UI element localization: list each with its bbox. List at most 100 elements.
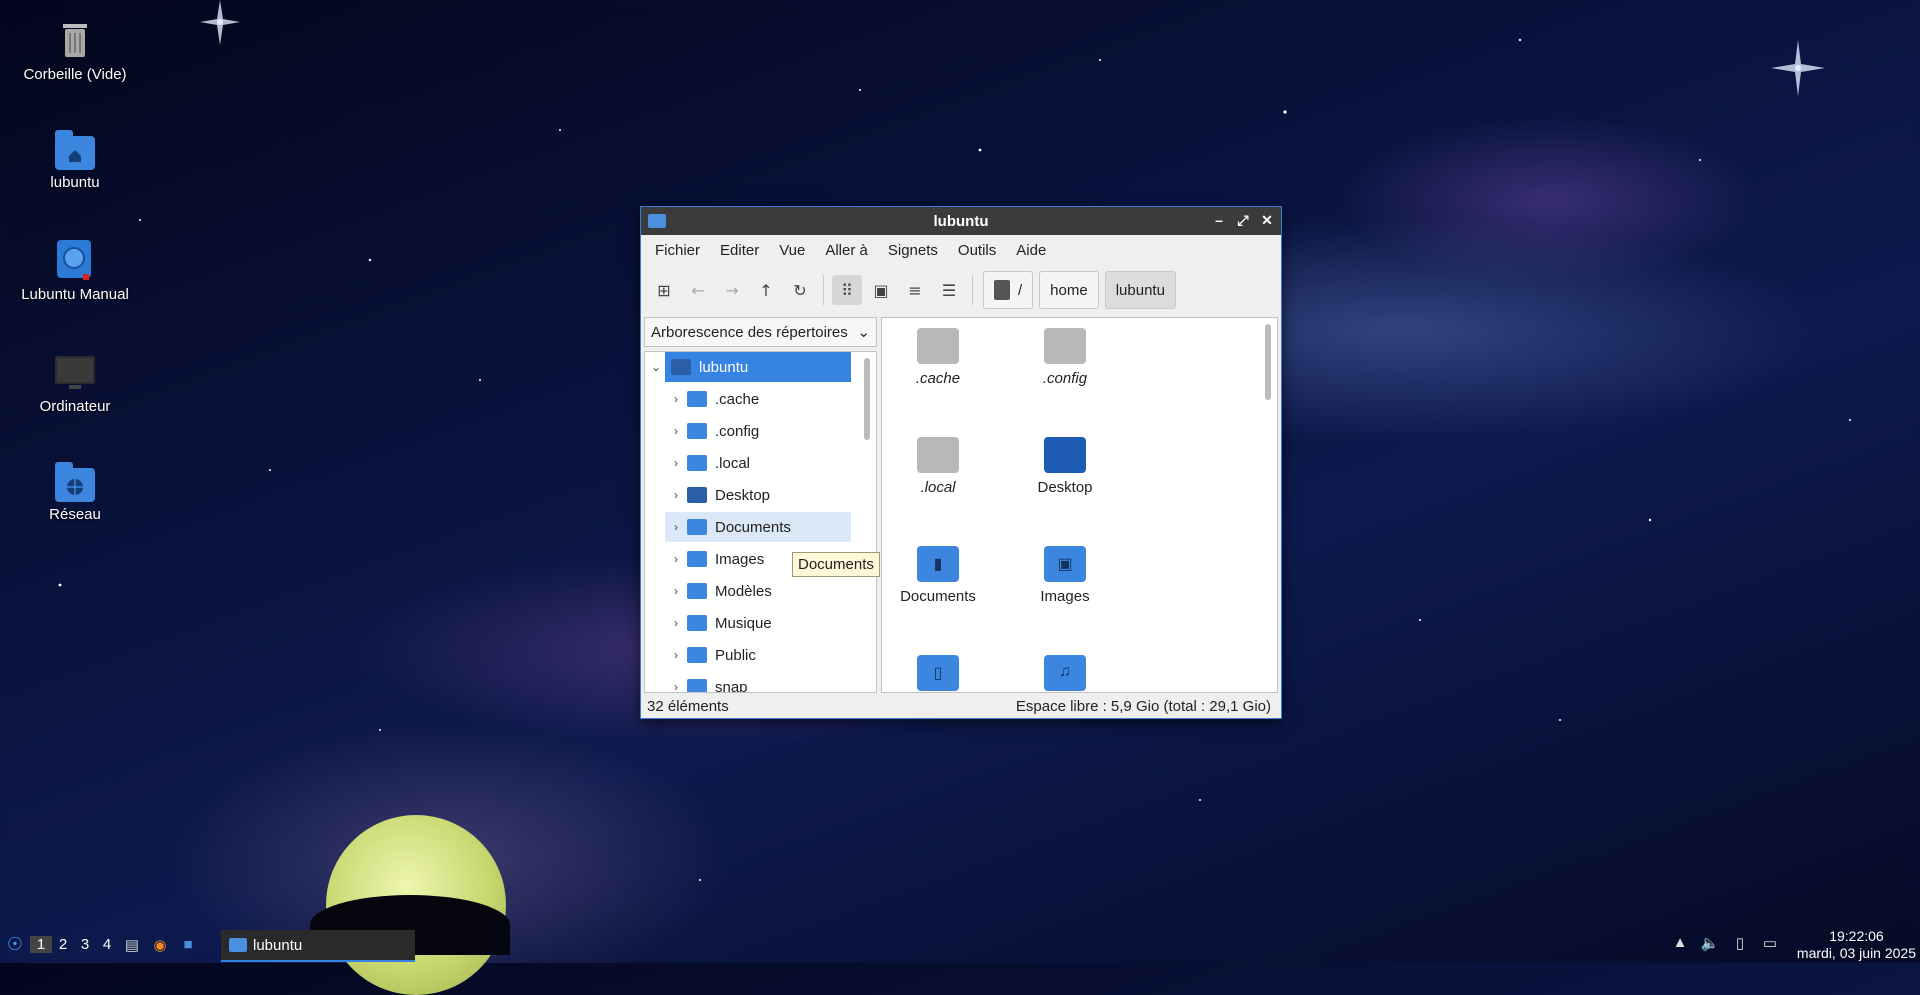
back-button[interactable]: ← <box>683 275 713 305</box>
tree-scrollbar[interactable] <box>864 358 870 440</box>
menu-outils[interactable]: Outils <box>948 242 1006 259</box>
close-icon[interactable]: ✕ <box>1259 211 1275 229</box>
menu-signets[interactable]: Signets <box>878 242 948 259</box>
task-button-lubuntu[interactable]: lubuntu <box>221 930 415 962</box>
tree-item-label: .cache <box>715 390 760 408</box>
folder-icon <box>648 214 666 228</box>
file-item-config[interactable]: .config <box>1010 328 1120 387</box>
desktop-icon-label: Lubuntu Manual <box>21 286 129 303</box>
tree-item-lubuntu[interactable]: lubuntu <box>665 352 851 382</box>
menu-editer[interactable]: Editer <box>710 242 769 259</box>
reload-button[interactable]: ↻ <box>785 275 815 305</box>
maximize-icon[interactable]: ⤢ <box>1235 211 1251 229</box>
chevron-right-icon: › <box>674 552 678 566</box>
image-icon: ▣ <box>873 280 889 300</box>
file-item-label: Desktop <box>1037 479 1093 496</box>
chevron-right-icon: › <box>674 456 678 470</box>
window-titlebar[interactable]: lubuntu – ⤢ ✕ <box>641 207 1281 235</box>
clock[interactable]: 19:22:06 mardi, 03 juin 2025 <box>1797 928 1916 962</box>
public-folder-icon <box>687 647 707 663</box>
volume-icon[interactable]: 🔈 <box>1700 934 1720 952</box>
free-space: Espace libre : 5,9 Gio (total : 29,1 Gio… <box>1015 697 1271 715</box>
tree-item-config[interactable]: › .config <box>665 416 875 446</box>
documents-folder-icon <box>687 519 707 535</box>
new-tab-button[interactable]: ⊞ <box>649 275 679 305</box>
tree-item-musique[interactable]: › Musique <box>665 608 875 638</box>
workspace-2[interactable]: 2 <box>52 936 74 953</box>
chevron-right-icon: › <box>674 616 678 630</box>
file-item-modeles[interactable]: ▯ <box>883 655 993 692</box>
file-item-cache[interactable]: .cache <box>883 328 993 387</box>
tree-item-desktop[interactable]: › Desktop <box>665 480 875 510</box>
minimize-icon[interactable]: – <box>1211 211 1227 229</box>
forward-button[interactable]: → <box>717 275 747 305</box>
menu-aller[interactable]: Aller à <box>815 242 878 259</box>
file-item-images[interactable]: ▣ Images <box>1010 546 1120 605</box>
tree-item-label: Desktop <box>715 486 771 504</box>
music-glyph-icon: ♫ <box>1059 663 1071 680</box>
taskbar: ☉ 1 2 3 4 ▤ ◉ ■ lubuntu ▲ 🔈 ▯ ▭ 19:22:06… <box>0 926 1920 963</box>
file-item-documents[interactable]: ▮ Documents <box>883 546 993 605</box>
firefox-icon[interactable]: ◉ <box>146 936 174 954</box>
view-scrollbar[interactable] <box>1265 324 1271 400</box>
chevron-right-icon: › <box>674 584 678 598</box>
menu-aide[interactable]: Aide <box>1006 242 1056 259</box>
compact-view-button[interactable]: ≡ <box>900 275 930 305</box>
show-desktop-icon[interactable]: ■ <box>174 936 202 953</box>
up-button[interactable]: ↑ <box>751 275 781 305</box>
computer-icon <box>53 350 97 394</box>
file-item-musique[interactable]: ♫ <box>1010 655 1120 692</box>
tree-item-local[interactable]: › .local <box>665 448 875 478</box>
network-tray-icon[interactable]: ▭ <box>1760 934 1780 952</box>
tree-item-documents[interactable]: › Documents <box>665 512 851 542</box>
tree-item-label: Public <box>715 646 756 664</box>
start-menu-icon[interactable]: ☉ <box>0 934 30 955</box>
thumbnail-view-button[interactable]: ▣ <box>866 275 896 305</box>
workspace-1[interactable]: 1 <box>30 936 52 953</box>
desktop-icon-home[interactable]: lubuntu <box>10 130 140 191</box>
breadcrumb-home[interactable]: home <box>1039 271 1099 309</box>
toolbar-separator <box>972 275 973 305</box>
file-manager-launcher-icon[interactable]: ▤ <box>118 936 146 954</box>
tree-item-label: Modèles <box>715 582 772 600</box>
chevron-right-icon: › <box>674 392 678 406</box>
desktop-icon-network[interactable]: Réseau <box>10 462 140 523</box>
tray-arrow-icon[interactable]: ▲ <box>1670 934 1690 952</box>
workspace-4[interactable]: 4 <box>96 936 118 953</box>
file-item-label: .cache <box>915 370 961 387</box>
file-manager-window[interactable]: lubuntu – ⤢ ✕ Fichier Editer Vue Aller à… <box>640 206 1282 719</box>
folder-icon <box>687 455 707 471</box>
folder-icon <box>687 391 707 407</box>
tree-item-cache[interactable]: › .cache <box>665 384 875 414</box>
image-glyph-icon: ▣ <box>1057 556 1073 573</box>
breadcrumb-label: lubuntu <box>1115 281 1165 299</box>
desktop-icon-computer[interactable]: Ordinateur <box>10 350 140 415</box>
menu-fichier[interactable]: Fichier <box>645 242 710 259</box>
menu-vue[interactable]: Vue <box>769 242 815 259</box>
directory-tree[interactable]: ⌄ lubuntu › .cache › .config › .local › Desk… <box>644 351 877 693</box>
home-folder-icon <box>55 130 95 170</box>
side-pane-mode-select[interactable]: Arborescence des répertoires ⌄ <box>644 317 877 347</box>
manual-icon <box>53 238 97 282</box>
disk-icon <box>994 280 1010 300</box>
file-view[interactable]: .cache .config .local Desktop ▮ Document… <box>881 317 1278 693</box>
breadcrumb-root[interactable]: / <box>983 271 1034 309</box>
folder-icon <box>1044 328 1086 364</box>
tree-item-modeles[interactable]: › Modèles <box>665 576 875 606</box>
file-item-label: .local <box>920 479 956 496</box>
home-folder-icon <box>671 359 691 375</box>
pictures-folder-icon: ▣ <box>1044 546 1086 582</box>
arrow-up-icon: ↑ <box>759 280 773 300</box>
desktop-icon-trash[interactable]: Corbeille (Vide) <box>10 18 140 83</box>
breadcrumb-lubuntu[interactable]: lubuntu <box>1104 271 1176 309</box>
clipboard-icon[interactable]: ▯ <box>1730 934 1750 952</box>
desktop-icon-manual[interactable]: Lubuntu Manual <box>10 238 140 303</box>
file-item-local[interactable]: .local <box>883 437 993 496</box>
tree-item-snap[interactable]: › snap <box>665 672 875 692</box>
menubar: Fichier Editer Vue Aller à Signets Outil… <box>641 235 1281 265</box>
workspace-3[interactable]: 3 <box>74 936 96 953</box>
tree-item-public[interactable]: › Public <box>665 640 875 670</box>
detailed-view-button[interactable]: ☰ <box>934 275 964 305</box>
icon-view-button[interactable]: ⠿ <box>832 275 862 305</box>
file-item-desktop[interactable]: Desktop <box>1010 437 1120 496</box>
